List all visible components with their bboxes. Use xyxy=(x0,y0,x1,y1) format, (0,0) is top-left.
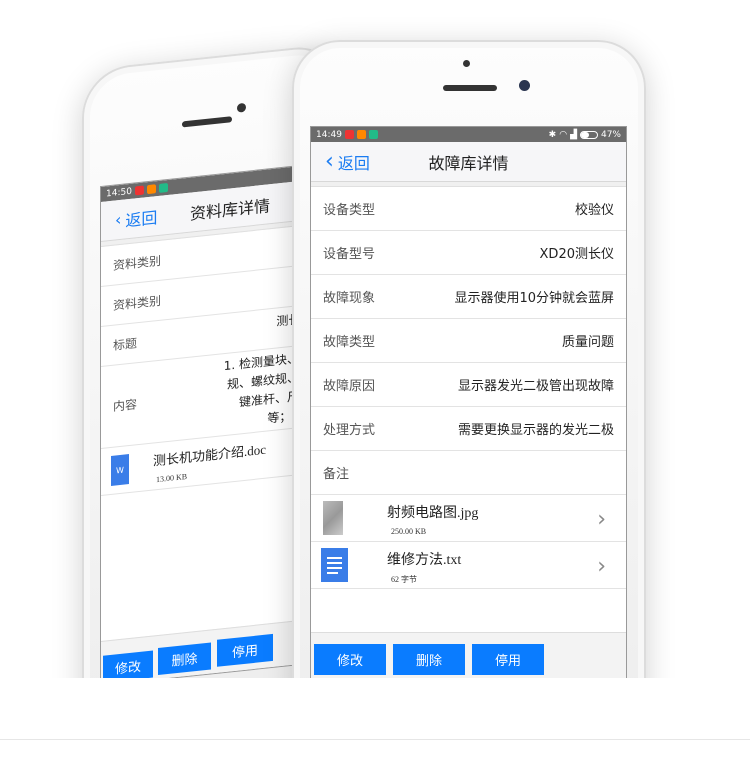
back-button[interactable]: ‹ 返回 xyxy=(311,150,370,174)
wifi-icon: ◠ xyxy=(559,129,568,140)
battery-percent: 47% xyxy=(600,129,621,140)
edit-button[interactable]: 修改 xyxy=(103,650,153,678)
status-time: 14:50 xyxy=(106,186,132,199)
front-screen: 14:49 ✱ ◠ ▟ 47% ‹ 返回 故障库详情 设备类型 校验仪 设备型号 XD… xyxy=(310,126,627,678)
stage: 14:50 ‹返回 资料库详情 资料类别设备 资料类别 标题测长机Y358632… xyxy=(0,0,750,678)
nav-bar: ‹ 返回 故障库详情 xyxy=(311,142,626,182)
file-size: 62 字节 xyxy=(391,575,417,584)
file-item[interactable]: 维修方法.txt 62 字节 › xyxy=(311,542,626,589)
text-doc-icon xyxy=(321,548,348,582)
file-name: 维修方法.txt xyxy=(387,553,462,568)
camera xyxy=(519,80,530,91)
status-time: 14:49 xyxy=(316,129,342,140)
front-camera xyxy=(463,60,470,67)
bluetooth-icon: ✱ xyxy=(548,129,557,140)
file-name: 测长机功能介绍.doc xyxy=(153,441,267,469)
word-doc-icon: W xyxy=(111,454,129,486)
app-notification-icon xyxy=(344,130,354,139)
back-button[interactable]: ‹ 返回 xyxy=(101,204,157,234)
detail-row: 设备型号 XD20测长仪 xyxy=(311,231,626,275)
divider xyxy=(0,739,750,740)
detail-row: 故障类型 质量问题 xyxy=(311,319,626,363)
app-notification-icon xyxy=(356,130,366,139)
speaker xyxy=(443,85,497,91)
status-bar: 14:49 ✱ ◠ ▟ 47% xyxy=(311,127,626,142)
battery-icon xyxy=(579,130,598,139)
back-label: 返回 xyxy=(125,207,158,230)
delete-button[interactable]: 删除 xyxy=(158,642,211,676)
detail-row: 处理方式 需要更换显示器的发光二极 xyxy=(311,407,626,451)
edit-button[interactable]: 修改 xyxy=(314,644,386,675)
chevron-left-icon: ‹ xyxy=(325,148,334,174)
chevron-left-icon: ‹ xyxy=(115,209,122,230)
file-name: 射频电路图.jpg xyxy=(387,506,479,521)
chevron-right-icon: › xyxy=(597,554,606,579)
disable-button[interactable]: 停用 xyxy=(217,633,273,667)
file-size: 13.00 KB xyxy=(156,471,188,485)
signal-icon: ▟ xyxy=(570,129,577,140)
delete-button[interactable]: 删除 xyxy=(393,644,465,675)
action-bar: 修改 删除 停用 xyxy=(311,632,626,678)
detail-row: 设备类型 校验仪 xyxy=(311,187,626,231)
file-item[interactable]: 射频电路图.jpg 250.00 KB › xyxy=(311,495,626,542)
image-thumbnail-icon xyxy=(323,501,343,535)
back-label: 返回 xyxy=(337,153,370,173)
detail-row: 故障原因 显示器发光二极管出现故障 xyxy=(311,363,626,407)
detail-row: 故障现象 显示器使用10分钟就会蓝屏 xyxy=(311,275,626,319)
disable-button[interactable]: 停用 xyxy=(472,644,544,675)
remark-row: 备注 xyxy=(311,451,626,495)
app-notification-icon xyxy=(368,130,378,139)
chevron-right-icon: › xyxy=(597,507,606,532)
file-size: 250.00 KB xyxy=(391,527,427,536)
